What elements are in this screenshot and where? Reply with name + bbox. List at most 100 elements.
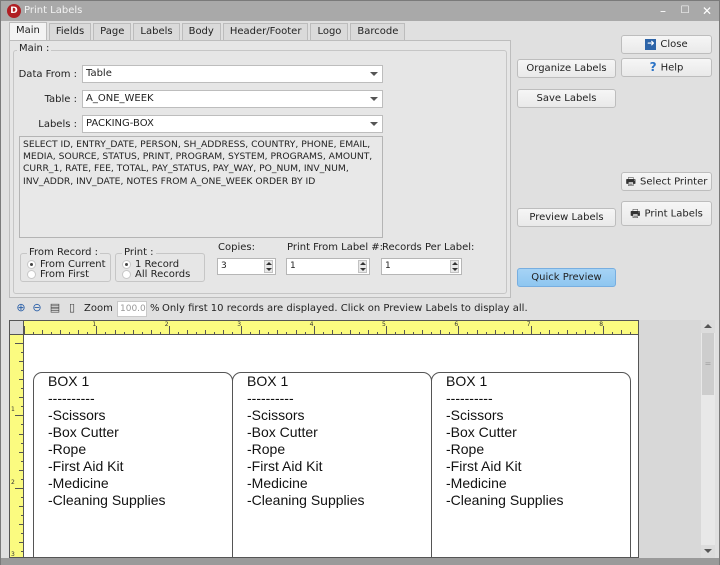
from-record-label: From Record : [27,247,101,258]
table-label: Table : [44,94,77,105]
label-card: BOX 1 ---------- -Scissors -Box Cutter -Rope… [431,372,631,557]
help-button[interactable]: ? Help [621,58,712,77]
ruler-tick [395,332,397,334]
zoom-out-icon[interactable]: ⊖ [30,301,44,315]
copies-label: Copies: [218,242,255,253]
ruler-tick [21,442,23,444]
ruler-tick [277,330,279,334]
percent-label: % [150,303,160,314]
ruler-tick [19,433,23,435]
ruler-tick [214,332,216,334]
label-preview-canvas[interactable]: 12345678 123 BOX 1 ---------- -Scissors -Bo… [9,320,639,558]
radio-unselected-icon [27,270,36,279]
ruler-tick [168,326,170,334]
ruler-tick [440,330,442,334]
spin-arrows-icon[interactable] [358,260,367,273]
label-line: -First Aid Kit [247,458,323,474]
ruler-tick [304,332,306,334]
ruler-tick [21,496,23,498]
ruler-tick [69,332,71,334]
records-per-label-spinner[interactable]: 1 [381,258,462,275]
print-labels-label: Print Labels [644,208,703,220]
label-line: -Box Cutter [48,424,119,440]
main-group-label: Main : [17,43,52,54]
organize-labels-button[interactable]: Organize Labels [517,59,616,78]
fit-width-icon[interactable]: ▤ [48,301,62,315]
tab-labels[interactable]: Labels [133,23,180,40]
ruler-tick [123,332,125,334]
tab-body[interactable]: Body [181,23,221,40]
ruler-tick [422,330,424,334]
help-button-label: Help [660,62,684,74]
ruler-tick [132,330,134,334]
zoom-in-icon[interactable]: ⊕ [14,301,28,315]
tab-logo[interactable]: Logo [310,23,349,40]
ruler-number: 3 [237,321,242,328]
ruler-tick [548,330,550,334]
label-line: ---------- [446,390,493,406]
print-from-label-spinner[interactable]: 1 [286,258,370,275]
ruler-tick [367,330,369,334]
question-mark-icon: ? [649,60,657,74]
tab-header-footer[interactable]: Header/Footer [222,23,309,40]
label-line: ---------- [247,390,294,406]
spin-arrows-icon[interactable] [450,260,459,273]
ruler-tick [177,332,179,334]
tab-page[interactable]: Page [93,23,132,40]
ruler-tick [19,361,23,363]
ruler-tick [96,326,98,334]
ruler-tick [19,379,23,381]
ruler-tick [186,330,188,334]
tab-fields[interactable]: Fields [48,23,92,40]
ruler-tick [21,478,23,480]
scroll-thumb[interactable]: = [702,333,714,395]
ruler-number: 6 [454,321,459,328]
sql-query-textarea[interactable]: SELECT ID, ENTRY_DATE, PERSON, SH_ADDRES… [19,136,383,238]
ruler-tick [476,330,478,334]
data-from-select[interactable]: Table [82,65,383,83]
print-labels-button[interactable]: 🖶 Print Labels [621,201,712,226]
spin-arrows-icon[interactable] [264,260,273,273]
preview-labels-button[interactable]: Preview Labels [517,208,616,227]
close-button[interactable]: ➜ Close [621,35,712,54]
close-window-button[interactable]: ✕ [699,3,715,19]
copies-spinner[interactable]: 3 [217,258,276,275]
records-per-label-value: 1 [385,261,391,271]
label-line: -First Aid Kit [48,458,124,474]
radio-from-first[interactable]: From First [27,269,89,280]
zoom-input[interactable]: 100.0 [117,301,147,317]
ruler-tick [21,424,23,426]
label-line: -Rope [48,441,87,457]
ruler-number: 2 [164,321,169,328]
radio-all-records[interactable]: All Records [122,269,190,280]
select-printer-button[interactable]: 🖶 Select Printer [621,172,712,191]
ruler-tick [87,332,89,334]
zoom-label: Zoom [84,303,113,314]
tab-main[interactable]: Main [9,22,47,41]
ruler-tick [413,332,415,334]
ruler-tick [141,332,143,334]
scroll-up-icon[interactable] [701,320,715,333]
minimize-button[interactable]: – [655,3,671,19]
table-select[interactable]: A_ONE_WEEK [82,90,383,108]
ruler-tick [630,332,632,334]
ruler-tick [33,332,35,334]
label-line: -Box Cutter [247,424,318,440]
ruler-tick [21,370,23,372]
labels-select[interactable]: PACKING-BOX [82,115,383,133]
maximize-button[interactable]: ☐ [677,3,693,19]
label-line: -Cleaning Supplies [247,492,365,508]
fit-page-icon[interactable]: ▯ [65,301,79,315]
ruler-tick [19,469,23,471]
window-title: Print Labels [24,5,83,16]
scroll-down-icon[interactable] [701,545,715,558]
ruler-tick [232,332,234,334]
chevron-down-icon [370,72,378,76]
tab-barcode[interactable]: Barcode [350,23,406,40]
ruler-tick [576,332,578,334]
printer-icon: 🖶 [630,207,641,220]
quick-preview-button[interactable]: Quick Preview [517,268,616,287]
ruler-tick [521,332,523,334]
preview-vertical-scrollbar[interactable]: = [701,320,715,558]
save-labels-button[interactable]: Save Labels [517,89,616,108]
